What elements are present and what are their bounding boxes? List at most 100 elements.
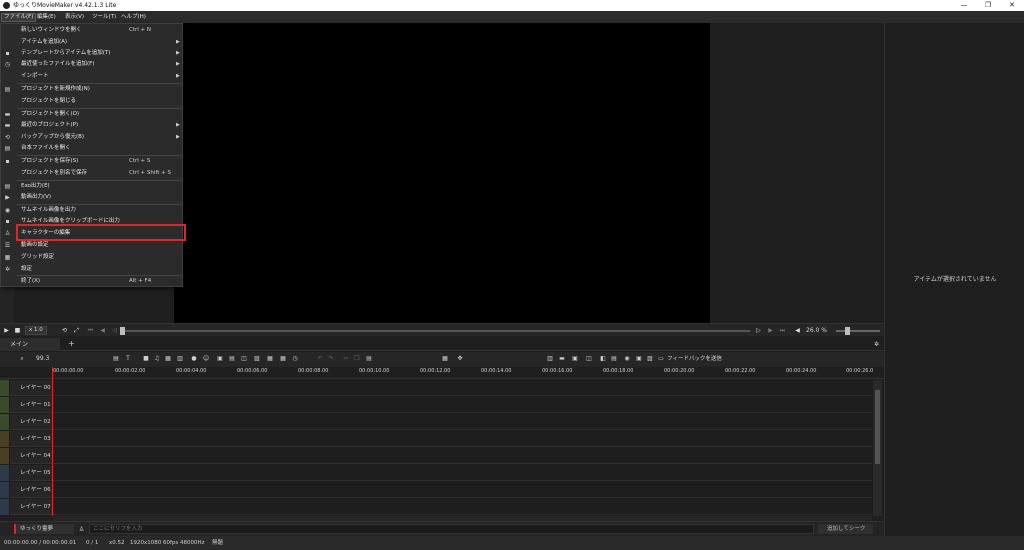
add-text-icon[interactable]: T [124, 355, 132, 363]
close-button[interactable]: ✕ [1000, 0, 1024, 11]
skip-start-icon[interactable]: ⏮ [86, 326, 95, 335]
feedback-button[interactable]: フィードバックを送信 [667, 355, 722, 363]
menu-item-new-window[interactable]: 新しいウィンドウを開く Ctrl + N [1, 25, 182, 36]
minimize-button[interactable]: — [952, 0, 976, 11]
menu-item-video-export[interactable]: ▶ 動画出力(V) [1, 192, 182, 203]
clock-icon[interactable]: ◷ [291, 355, 299, 363]
layer-header[interactable]: レイヤー 02 [10, 414, 52, 430]
menu-item-save-project[interactable]: ▪ プロジェクトを保存(S) Ctrl + S [1, 156, 182, 167]
character-settings-icon[interactable]: ♙ [77, 525, 86, 534]
camera-icon[interactable]: ◉ [623, 355, 631, 363]
menu-item-add-from-template[interactable]: ▪ テンプレートからアイテムを追加(T) ▶ [1, 48, 182, 59]
menu-item-recent-projects[interactable]: ▬ 最近のプロジェクト(P) ▶ [1, 120, 182, 131]
menu-item-open-script[interactable]: ▤ 台本ファイルを開く [1, 143, 182, 154]
expand-icon[interactable]: ⤢ [72, 326, 81, 335]
layer-track[interactable] [53, 465, 872, 481]
volume-icon[interactable]: ◀ [793, 326, 802, 335]
image-icon[interactable]: ▨ [646, 355, 654, 363]
cut-icon[interactable]: ✂ [342, 355, 350, 363]
speech-bubble-icon[interactable]: ▭ [657, 355, 665, 363]
layer-header[interactable]: レイヤー 07 [10, 499, 52, 515]
add-template-icon[interactable]: ▦ [266, 355, 274, 363]
volume-slider[interactable] [836, 330, 880, 332]
menu-tools[interactable]: ツール(T) [90, 13, 118, 22]
add-scene-icon[interactable]: ▤ [228, 355, 236, 363]
menu-item-open-project[interactable]: ▬ プロジェクトを開く(O) [1, 109, 182, 120]
tab-main[interactable]: メイン [0, 338, 60, 351]
vertical-scrollbar-thumb[interactable] [875, 390, 880, 464]
layer-header[interactable]: レイヤー 01 [10, 397, 52, 413]
clipboard-icon[interactable]: ▣ [635, 355, 643, 363]
layer-header[interactable]: レイヤー 04 [10, 448, 52, 464]
menu-item-restore-backup[interactable]: ⟲ バックアップから復元(B) ▶ [1, 132, 182, 143]
play-icon[interactable]: ▶ [2, 326, 11, 335]
layer-header[interactable]: レイヤー 06 [10, 482, 52, 498]
menu-item-add-item[interactable]: アイテムを追加(A) ▶ [1, 37, 182, 48]
undo-icon[interactable]: ↶ [316, 355, 324, 363]
menu-item-import[interactable]: インポート ▶ [1, 71, 182, 82]
menu-item-add-recent-file[interactable]: ◷ 最近使ったファイルを追加(F) ▶ [1, 59, 182, 70]
layer-header[interactable]: レイヤー 05 [10, 465, 52, 481]
menu-item-grid-settings[interactable]: ▦ グリッド設定 [1, 252, 182, 263]
prev-icon[interactable]: ◁ [110, 326, 119, 335]
layer-track[interactable] [53, 448, 872, 464]
add-image-icon[interactable]: ▦ [164, 355, 172, 363]
volume-thumb[interactable] [845, 327, 850, 335]
menu-item-save-as[interactable]: プロジェクトを別名で保存 Ctrl + Shift + S [1, 168, 182, 179]
character-select[interactable]: ゆっくり霊夢 [14, 524, 74, 534]
menu-item-exo-export[interactable]: ▤ Exo出力(E) [1, 181, 182, 192]
layer-track[interactable] [53, 397, 872, 413]
add-voice-icon[interactable]: ▤ [112, 355, 120, 363]
add-group-icon[interactable]: ◫ [240, 355, 248, 363]
next-icon[interactable]: ▷ [754, 326, 763, 335]
playhead[interactable] [52, 367, 53, 516]
layer-header[interactable]: レイヤー 00 [10, 380, 52, 396]
zoom-icon[interactable]: ⌕ [18, 355, 26, 363]
table-icon[interactable]: ▦ [279, 355, 287, 363]
menu-help[interactable]: ヘルプ(H) [119, 13, 148, 22]
menu-item-video-settings[interactable]: ☰ 動画の設定 [1, 240, 182, 251]
loop-icon[interactable]: ⟲ [60, 326, 69, 335]
maximize-button[interactable]: ❐ [976, 0, 1000, 11]
add-face-icon[interactable]: ☺ [202, 355, 210, 363]
speed-select[interactable]: x 1.0 [25, 326, 47, 335]
export-icon[interactable]: ◫ [585, 355, 593, 363]
folder-icon[interactable]: ▬ [558, 355, 566, 363]
next-frame-icon[interactable]: ▶ [766, 326, 775, 335]
menu-view[interactable]: 表示(V) [63, 13, 86, 22]
prev-frame-icon[interactable]: ◀ [98, 326, 107, 335]
seek-bar[interactable] [122, 330, 750, 332]
layer-track[interactable] [53, 380, 872, 396]
skip-end-icon[interactable]: ⏭ [778, 326, 787, 335]
menu-item-exit[interactable]: 終了(X) Alt + F4 [1, 276, 182, 287]
add-frame-icon[interactable]: ▨ [253, 355, 261, 363]
layer-icon[interactable]: ▤ [610, 355, 618, 363]
copy-icon[interactable]: ❐ [353, 355, 361, 363]
menu-edit[interactable]: 編集(E) [35, 13, 58, 22]
layer-header[interactable]: レイヤー 03 [10, 431, 52, 447]
paste-icon[interactable]: ▤ [365, 355, 373, 363]
add-effect-icon[interactable]: ▣ [216, 355, 224, 363]
add-tab-button[interactable]: + [68, 338, 75, 350]
grid-icon[interactable]: ▦ [441, 355, 449, 363]
gear-icon[interactable]: ✲ [872, 340, 881, 349]
menu-item-thumbnail-export[interactable]: ◉ サムネイル画像を出力 [1, 205, 182, 216]
copy-frame-icon[interactable]: ◧ [599, 355, 607, 363]
serif-input[interactable]: ここにセリフを入力 [89, 524, 814, 534]
menu-file[interactable]: ファイル(F) [1, 13, 37, 22]
add-audio-icon[interactable]: ♫ [153, 355, 161, 363]
add-and-seek-button[interactable]: 追加してシーク [818, 524, 873, 534]
add-tachie-icon[interactable]: ▥ [176, 355, 184, 363]
split-icon[interactable]: ▥ [546, 355, 554, 363]
add-video-icon[interactable]: ■ [142, 355, 150, 363]
menu-item-new-project[interactable]: ▤ プロジェクトを新規作成(N) [1, 84, 182, 95]
video-preview[interactable] [174, 23, 710, 323]
seek-thumb[interactable] [120, 327, 125, 335]
layer-track[interactable] [53, 431, 872, 447]
menu-item-close-project[interactable]: プロジェクトを閉じる [1, 96, 182, 107]
time-ruler[interactable]: 00:00:00.00 00:00:02.00 00:00:04.00 00:0… [0, 367, 884, 379]
layer-track[interactable] [53, 414, 872, 430]
stop-icon[interactable]: ■ [13, 326, 22, 335]
add-shape-icon[interactable]: ● [190, 355, 198, 363]
move-icon[interactable]: ✥ [456, 355, 464, 363]
